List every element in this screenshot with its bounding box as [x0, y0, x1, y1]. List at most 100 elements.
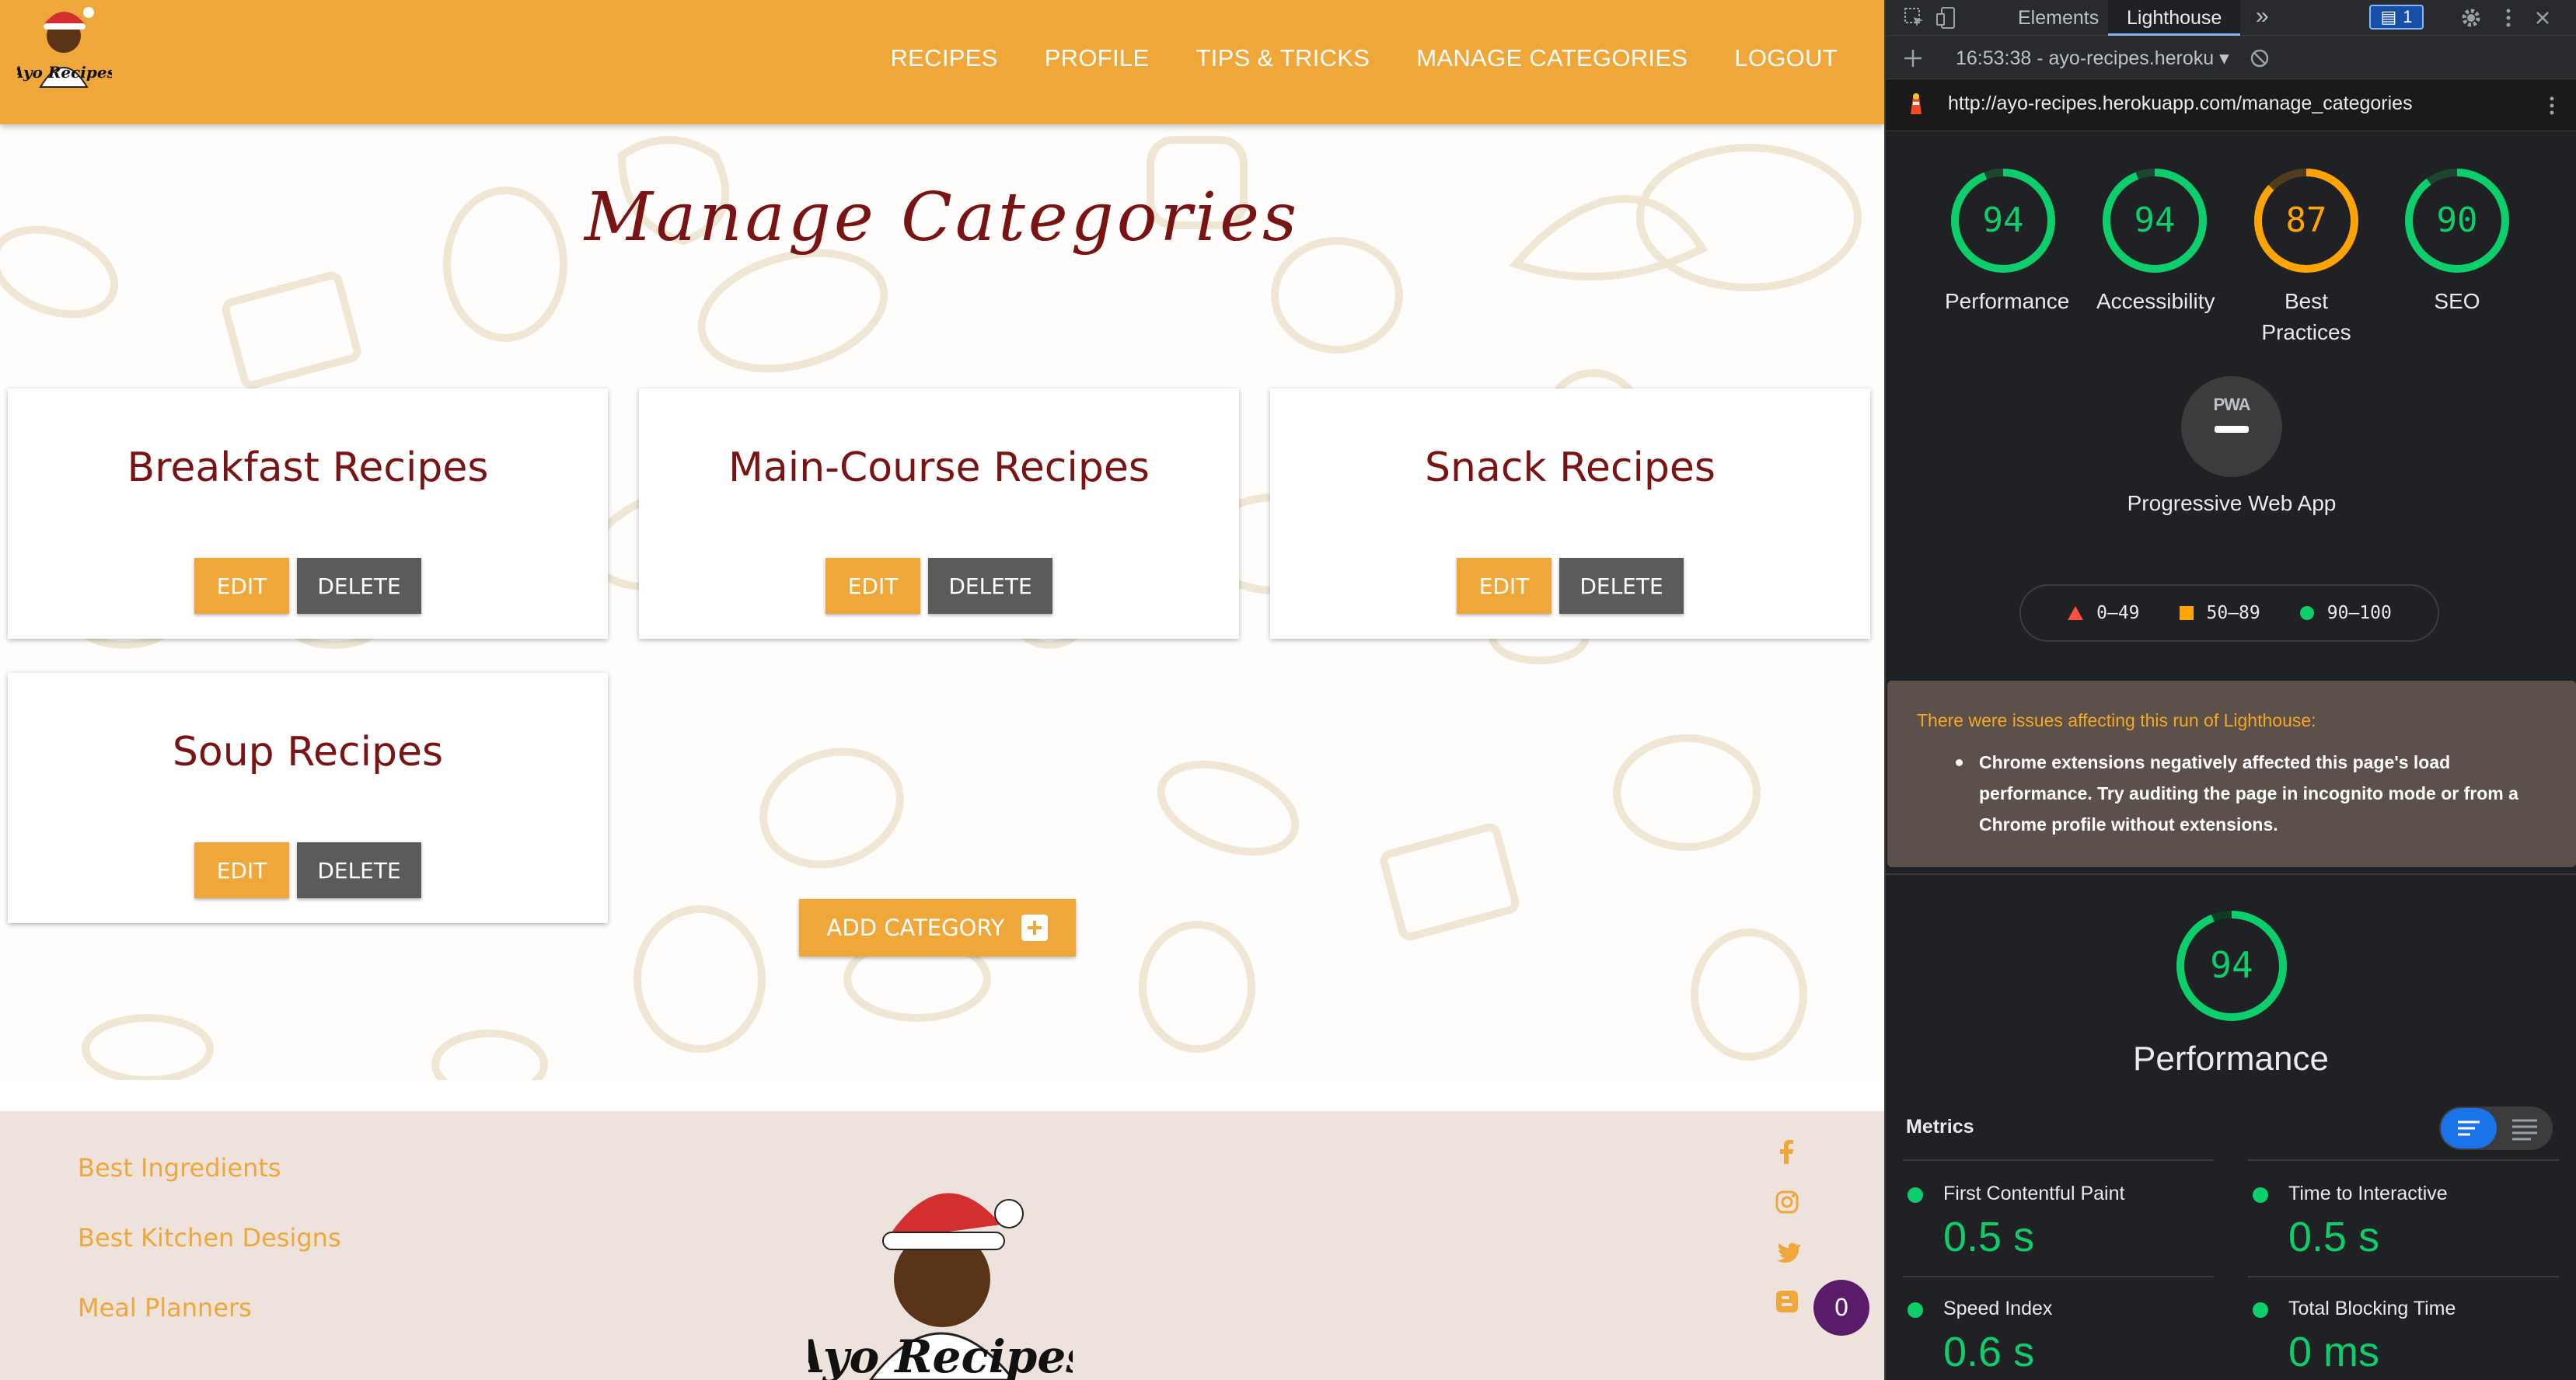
footer: Best Ingredients Best Kitchen Designs Me…	[0, 1111, 1884, 1380]
edit-button[interactable]: EDIT	[194, 842, 289, 898]
report-select[interactable]: 16:53:38 - ayo-recipes.heroku ▾	[1956, 47, 2229, 70]
metrics-heading: Metrics	[1906, 1116, 1974, 1138]
legend-pass-label: 90–100	[2326, 603, 2392, 623]
card-actions: EDIT DELETE	[8, 842, 608, 898]
kebab-menu-icon[interactable]	[2540, 94, 2564, 117]
nav-links: RECIPES PROFILE TIPS & TRICKS MANAGE CAT…	[890, 0, 1884, 117]
close-icon[interactable]	[2531, 6, 2554, 30]
legend-fail: 0–49	[2067, 603, 2140, 623]
category-title: Main-Course Recipes	[728, 444, 1150, 491]
pwa-label: Progressive Web App	[2127, 491, 2337, 515]
footer-link-best-ingredients[interactable]: Best Ingredients	[78, 1153, 281, 1183]
score-gauge-performance[interactable]: 94 Performance	[1945, 166, 2070, 317]
issues-badge[interactable]: ▤ 1	[2369, 5, 2424, 30]
page-title: Manage Categories	[584, 179, 1300, 256]
metric-speed-index: Speed Index 0.6 s	[1906, 1298, 2217, 1376]
delete-button[interactable]: DELETE	[1559, 558, 1684, 614]
gauge-ring: 90	[2405, 169, 2509, 273]
chevron-down-icon: ▾	[2219, 47, 2229, 69]
blogger-icon[interactable]	[1774, 1288, 1800, 1315]
lighthouse-toolbar: 16:53:38 - ayo-recipes.heroku ▾	[1886, 36, 2576, 79]
legend-fail-label: 0–49	[2096, 603, 2140, 623]
edit-button[interactable]: EDIT	[1457, 558, 1552, 614]
tab-elements[interactable]: Elements	[1999, 0, 2117, 36]
score-gauge-seo[interactable]: 90 SEO	[2399, 166, 2515, 317]
cart-count-badge[interactable]: 0	[1813, 1280, 1869, 1336]
edit-button[interactable]: EDIT	[194, 558, 289, 614]
nav-manage-categories[interactable]: MANAGE CATEGORIES	[1416, 44, 1688, 72]
metric-name: Time to Interactive	[2251, 1183, 2562, 1205]
category-card: Breakfast Recipes EDIT DELETE	[8, 389, 608, 639]
twitter-icon[interactable]	[1774, 1239, 1800, 1265]
metric-value: 0 ms	[2288, 1329, 2380, 1375]
delete-button[interactable]: DELETE	[928, 558, 1052, 614]
plus-icon	[1021, 915, 1049, 941]
message-icon: ▤	[2380, 7, 2397, 26]
divider	[2248, 1276, 2559, 1277]
compact-view-button[interactable]	[2441, 1108, 2497, 1148]
footer-link-meal-planners[interactable]: Meal Planners	[78, 1293, 252, 1322]
category-card: Main-Course Recipes EDIT DELETE	[639, 389, 1239, 639]
circle-icon	[2299, 606, 2314, 620]
svg-text:Ayo Recipes: Ayo Recipes	[17, 63, 112, 82]
navbar: Ayo Recipes RECIPES PROFILE TIPS & TRICK…	[0, 0, 1884, 124]
square-icon	[2179, 606, 2194, 620]
divider	[1903, 1159, 2214, 1161]
report-select-value: 16:53:38 - ayo-recipes.heroku	[1956, 47, 2215, 69]
delete-button[interactable]: DELETE	[297, 842, 421, 898]
metric-value: 0.6 s	[1943, 1329, 2035, 1375]
card-actions: EDIT DELETE	[639, 558, 1239, 614]
lines-icon	[2458, 1120, 2480, 1136]
audited-url[interactable]: http://ayo-recipes.herokuapp.com/manage_…	[1948, 92, 2413, 115]
edit-button[interactable]: EDIT	[826, 558, 920, 614]
performance-gauge-large: 94	[2176, 911, 2287, 1021]
devtools-panel: Elements Lighthouse » ▤ 1 16:53:38 - ayo…	[1884, 0, 2576, 1380]
gauge-ring: 87	[2254, 169, 2358, 273]
gauge-label: Accessibility	[2096, 289, 2215, 313]
device-toolbar-icon[interactable]	[1935, 6, 1959, 30]
score-gauge-best-practices[interactable]: 87 Best Practices	[2248, 166, 2365, 348]
warning-item: Chrome extensions negatively affected th…	[1956, 747, 2545, 840]
gauge-label: Performance	[1945, 289, 2070, 313]
logo[interactable]: Ayo Recipes	[17, 2, 112, 89]
metric-name: First Contentful Paint	[1906, 1183, 2217, 1205]
footer-link-kitchen-designs[interactable]: Best Kitchen Designs	[78, 1223, 341, 1253]
nav-profile[interactable]: PROFILE	[1045, 44, 1150, 72]
expanded-view-icon[interactable]	[2497, 1108, 2551, 1148]
gear-icon[interactable]	[2459, 6, 2483, 30]
nav-recipes[interactable]: RECIPES	[890, 44, 997, 72]
clear-icon[interactable]	[2248, 47, 2271, 70]
instagram-icon[interactable]	[1774, 1189, 1800, 1215]
metric-value: 0.5 s	[1943, 1214, 2035, 1260]
tab-lighthouse[interactable]: Lighthouse	[2108, 0, 2241, 36]
category-title: Soup Recipes	[172, 729, 444, 775]
gauge-ring: 94	[1951, 169, 2055, 273]
lighthouse-icon	[1911, 93, 1922, 114]
footer-logo: Ayo Recipes	[808, 1193, 1073, 1380]
nav-logout[interactable]: LOGOUT	[1734, 44, 1838, 72]
svg-text:94: 94	[1983, 200, 2024, 240]
gauge-ring: 94	[2103, 169, 2207, 273]
metrics-view-toggle[interactable]	[2439, 1106, 2553, 1150]
metric-tbt: Total Blocking Time 0 ms	[2251, 1298, 2562, 1376]
plus-icon[interactable]	[1901, 47, 1925, 70]
legend-pass: 90–100	[2299, 603, 2392, 623]
gauge-label: SEO	[2434, 289, 2480, 313]
legend-average-label: 50–89	[2206, 603, 2260, 623]
inspect-element-icon[interactable]	[1903, 6, 1926, 30]
pwa-badge[interactable]: PWA	[2181, 376, 2282, 477]
facebook-icon[interactable]	[1774, 1139, 1800, 1166]
dash-icon	[2215, 426, 2249, 433]
website-viewport: Manage Categories Breakfast Recipes EDIT…	[0, 0, 1884, 1380]
warning-title: There were issues affecting this run of …	[1917, 710, 2316, 730]
kebab-menu-icon[interactable]	[2497, 6, 2520, 30]
add-category-button[interactable]: ADD CATEGORY	[799, 899, 1076, 957]
score-gauge-accessibility[interactable]: 94 Accessibility	[2096, 166, 2215, 317]
legend-average: 50–89	[2179, 603, 2260, 623]
delete-button[interactable]: DELETE	[297, 558, 421, 614]
more-tabs-icon[interactable]: »	[2256, 3, 2269, 30]
performance-heading: Performance	[2133, 1040, 2329, 1078]
nav-tips-tricks[interactable]: TIPS & TRICKS	[1196, 44, 1370, 72]
divider	[1886, 873, 2576, 875]
devtools-toolbar: Elements Lighthouse » ▤ 1	[1886, 0, 2576, 36]
